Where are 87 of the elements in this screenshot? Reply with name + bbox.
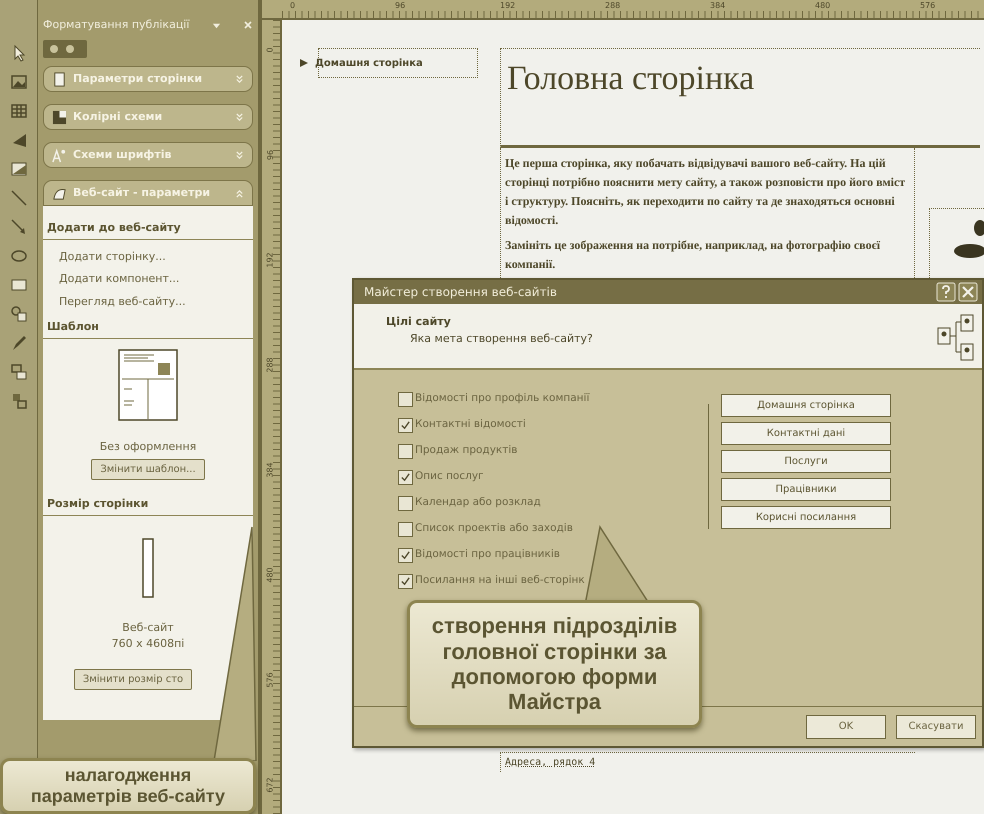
- ruler-label: 288: [265, 357, 276, 373]
- template-thumbnail: [118, 348, 178, 420]
- ruler-label: 576: [919, 0, 936, 12]
- ruler-label: 384: [265, 462, 276, 478]
- checkbox-label[interactable]: Опис послуг: [415, 469, 484, 485]
- section-header[interactable]: Колірні схеми: [43, 104, 253, 130]
- line-icon[interactable]: [10, 189, 28, 207]
- picture-icon[interactable]: [10, 73, 28, 91]
- step-question: Яка мета створення веб-сайту?: [409, 330, 594, 346]
- page-node: Корисні посилання: [721, 506, 891, 529]
- checkbox-label[interactable]: Продаж продуктів: [415, 443, 518, 459]
- checkbox-label[interactable]: Відомості про працівників: [415, 547, 560, 563]
- checkbox-label[interactable]: Календар або розклад: [415, 495, 541, 511]
- checkbox[interactable]: [398, 574, 413, 588]
- checkbox-label[interactable]: Список проектів або заходів: [415, 521, 573, 537]
- section-heading: Шаблон: [43, 319, 253, 338]
- ruler-label: 0: [265, 47, 276, 53]
- chevron-up-icon: [235, 188, 244, 198]
- triangle-right-icon: [299, 58, 309, 68]
- dialog-title: Майстер створення веб-сайтів: [364, 284, 558, 301]
- change-template-button[interactable]: Змінити шаблон...: [91, 459, 205, 480]
- chevron-down-icon: [235, 112, 244, 122]
- check-icon: [400, 550, 411, 560]
- size-value: 760 x 4608пі: [112, 636, 184, 652]
- action-link[interactable]: Додати сторінку...: [43, 246, 253, 268]
- section-header[interactable]: Веб-сайт - параметри: [43, 180, 253, 206]
- dialog-button[interactable]: OK: [806, 714, 886, 738]
- pane-title: Форматування публікації: [43, 16, 190, 33]
- ruler-label: 384: [709, 0, 726, 12]
- checkbox[interactable]: [398, 444, 413, 458]
- shapes-icon[interactable]: [10, 305, 28, 323]
- step-title: Цілі сайту: [386, 314, 452, 330]
- change-size-button[interactable]: Змінити розмір сто: [74, 668, 192, 690]
- page-node: Послуги: [721, 450, 891, 473]
- ruler-label: 192: [265, 252, 276, 268]
- checkbox-label[interactable]: Контактні відомості: [415, 417, 526, 433]
- close-icon[interactable]: [242, 20, 253, 30]
- ruler-label: 576: [265, 672, 276, 688]
- action-link[interactable]: Перегляд веб-сайту...: [43, 290, 253, 313]
- picture-icon[interactable]: [10, 160, 28, 178]
- checkbox-label[interactable]: Посилання на інші веб-сторінк: [415, 573, 585, 589]
- check-icon: [400, 420, 411, 430]
- chevron-down-icon: [235, 150, 244, 160]
- page-size-icon: [142, 538, 154, 598]
- checkbox[interactable]: [398, 392, 413, 406]
- section-header[interactable]: Параметри сторінки: [43, 66, 253, 92]
- ruler-label: 192: [499, 0, 516, 12]
- checkbox[interactable]: [398, 470, 413, 484]
- ruler-label: 288: [604, 0, 622, 12]
- chevron-down-icon: [235, 74, 244, 84]
- section-heading: Розмір сторінки: [43, 496, 253, 516]
- template-name: Без оформлення: [100, 438, 196, 454]
- close-icon[interactable]: [958, 282, 978, 302]
- check-icon: [400, 472, 411, 482]
- address-text: Адреса, рядок 4: [505, 757, 596, 768]
- callout: створення підрозділів головної сторінки за допомогою форми Майстра: [407, 600, 702, 728]
- dropdown-icon[interactable]: [212, 20, 221, 30]
- ruler-label: 480: [814, 0, 832, 12]
- ruler-label: 480: [265, 567, 276, 583]
- checkbox[interactable]: [398, 522, 413, 536]
- font-icon: [52, 148, 67, 162]
- checkbox[interactable]: [398, 496, 413, 510]
- page-node: Працівники: [721, 478, 891, 501]
- ruler-label: 96: [265, 150, 276, 160]
- body-text: Це перша сторінка, яку побачать відвідувачі вашого веб-сайту. На цій сторінці потрібно пояснити мету сайту, а також розповісти про його вміст і структуру. Поясніть, як переходити по сайту та де знаходяться основні відомості.: [505, 155, 906, 229]
- help-icon[interactable]: [936, 282, 956, 302]
- callout: налагодження параметрів веб-сайту: [0, 758, 256, 814]
- body-text: Замініть це зображення на потрібне, наприклад, на фотографію своєї компанії.: [505, 237, 882, 273]
- ruler-label: 672: [265, 777, 276, 793]
- ruler-label: 0: [289, 0, 296, 12]
- page-node: Контактні дані: [721, 422, 891, 445]
- table-icon[interactable]: [10, 102, 28, 120]
- dialog-button[interactable]: Скасувати: [896, 714, 976, 738]
- checkbox[interactable]: [398, 418, 413, 432]
- arrow-icon[interactable]: [10, 218, 28, 236]
- checkbox[interactable]: [398, 548, 413, 562]
- check-icon: [400, 576, 411, 586]
- checkbox-label[interactable]: Відомості про профіль компанії: [415, 391, 590, 407]
- ruler-label: 96: [394, 0, 406, 12]
- page-heading: Головна сторінка: [507, 60, 754, 97]
- palette-icon: [52, 110, 67, 124]
- page-icon: [52, 72, 67, 86]
- action-link[interactable]: Додати компонент...: [43, 268, 253, 290]
- size-name: Веб-сайт: [122, 620, 174, 636]
- section-header[interactable]: Схеми шрифтів: [43, 142, 253, 168]
- section-heading: Додати до веб-сайту: [43, 220, 253, 240]
- page-node: Домашня сторінка: [721, 394, 891, 417]
